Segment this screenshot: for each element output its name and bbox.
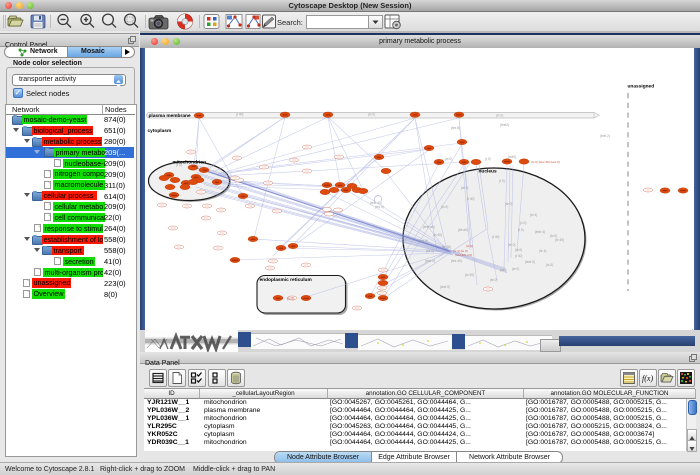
svg-text:(text 0): (text 0) [425, 259, 435, 263]
svg-text:(tx 0) (text 40) (text 0): (tx 0) (text 40) (text 0) [531, 160, 560, 164]
svg-text:(tex 0): (tex 0) [419, 239, 428, 243]
svg-text:nucleus: nucleus [479, 169, 497, 175]
svg-text:(tx 30): (tx 30) [465, 273, 474, 277]
svg-text:(txt 0): (txt 0) [426, 249, 434, 253]
svg-text:plasma membrane: plasma membrane [149, 113, 191, 119]
svg-text:(x 0): (x 0) [520, 221, 526, 225]
svg-text:(tx 0): (tx 0) [512, 267, 519, 271]
svg-text:f(x): f(x) [642, 374, 653, 383]
svg-text:(txt a0): (txt a0) [458, 228, 468, 232]
svg-text:cytoplasm: cytoplasm [148, 128, 172, 134]
svg-text:(t 0): (t 0) [485, 157, 491, 161]
svg-text:(text2): (text2) [500, 123, 509, 127]
svg-text:(tx 0): (tx 0) [445, 157, 452, 161]
svg-text:(tx 0): (tx 0) [550, 234, 557, 238]
svg-text:(t 40): (t 40) [467, 197, 474, 201]
svg-text:(tex 0): (tex 0) [375, 205, 384, 209]
svg-text:(t 40): (t 40) [236, 112, 243, 116]
svg-text:(te 0): (te 0) [461, 186, 468, 190]
svg-text:(tx 40): (tx 40) [433, 233, 442, 237]
svg-text:(tx40): (tx40) [508, 155, 516, 159]
svg-text:(text 0): (text 0) [525, 260, 535, 264]
svg-text:(te 0): (te 0) [505, 202, 512, 206]
svg-text:(t 0): (t 0) [518, 228, 524, 232]
svg-text:(tx 0): (tx 0) [546, 263, 553, 267]
svg-text:(t 40): (t 40) [515, 254, 522, 258]
svg-text:(tx 0): (tx 0) [368, 112, 375, 116]
svg-text:unassigned: unassigned [628, 84, 655, 90]
svg-text:mitochondrion: mitochondrion [173, 160, 207, 166]
svg-text:(tex 40): (tex 40) [451, 259, 462, 263]
svg-text:(tx 40): (tx 40) [555, 238, 564, 242]
svg-text:(t 40): (t 40) [492, 235, 499, 239]
svg-text:(te 30): (te 30) [442, 245, 451, 249]
svg-text:(te 4): (te 4) [539, 249, 546, 253]
svg-text:(t 0): (t 0) [499, 179, 505, 183]
svg-text:(tx0): (tx0) [500, 268, 506, 272]
svg-text:(text 2): (text 2) [600, 134, 610, 138]
svg-text:(tx 0): (tx 0) [515, 248, 522, 252]
svg-text:(tex 8): (tex 8) [451, 126, 460, 130]
svg-text:(text 4): (text 4) [535, 230, 545, 234]
svg-text:(tx 4): (tx 4) [530, 213, 537, 217]
svg-text:(text 40) (t 0): (text 40) (t 0) [455, 253, 472, 257]
svg-text:(tx 0): (tx 0) [496, 113, 503, 117]
svg-text:endoplasmic reticulum: endoplasmic reticulum [260, 277, 312, 283]
svg-text:(text a0): (text a0) [423, 225, 435, 229]
svg-text:(text 0): (text 0) [440, 285, 450, 289]
svg-text:(tx 0): (tx 0) [441, 205, 448, 209]
svg-text:(te 0): (te 0) [490, 278, 497, 282]
svg-text:(tx 0): (tx 0) [287, 296, 294, 300]
svg-text:(te 0): (te 0) [508, 243, 515, 247]
svg-text:(tx 0): (tx 0) [466, 244, 473, 248]
